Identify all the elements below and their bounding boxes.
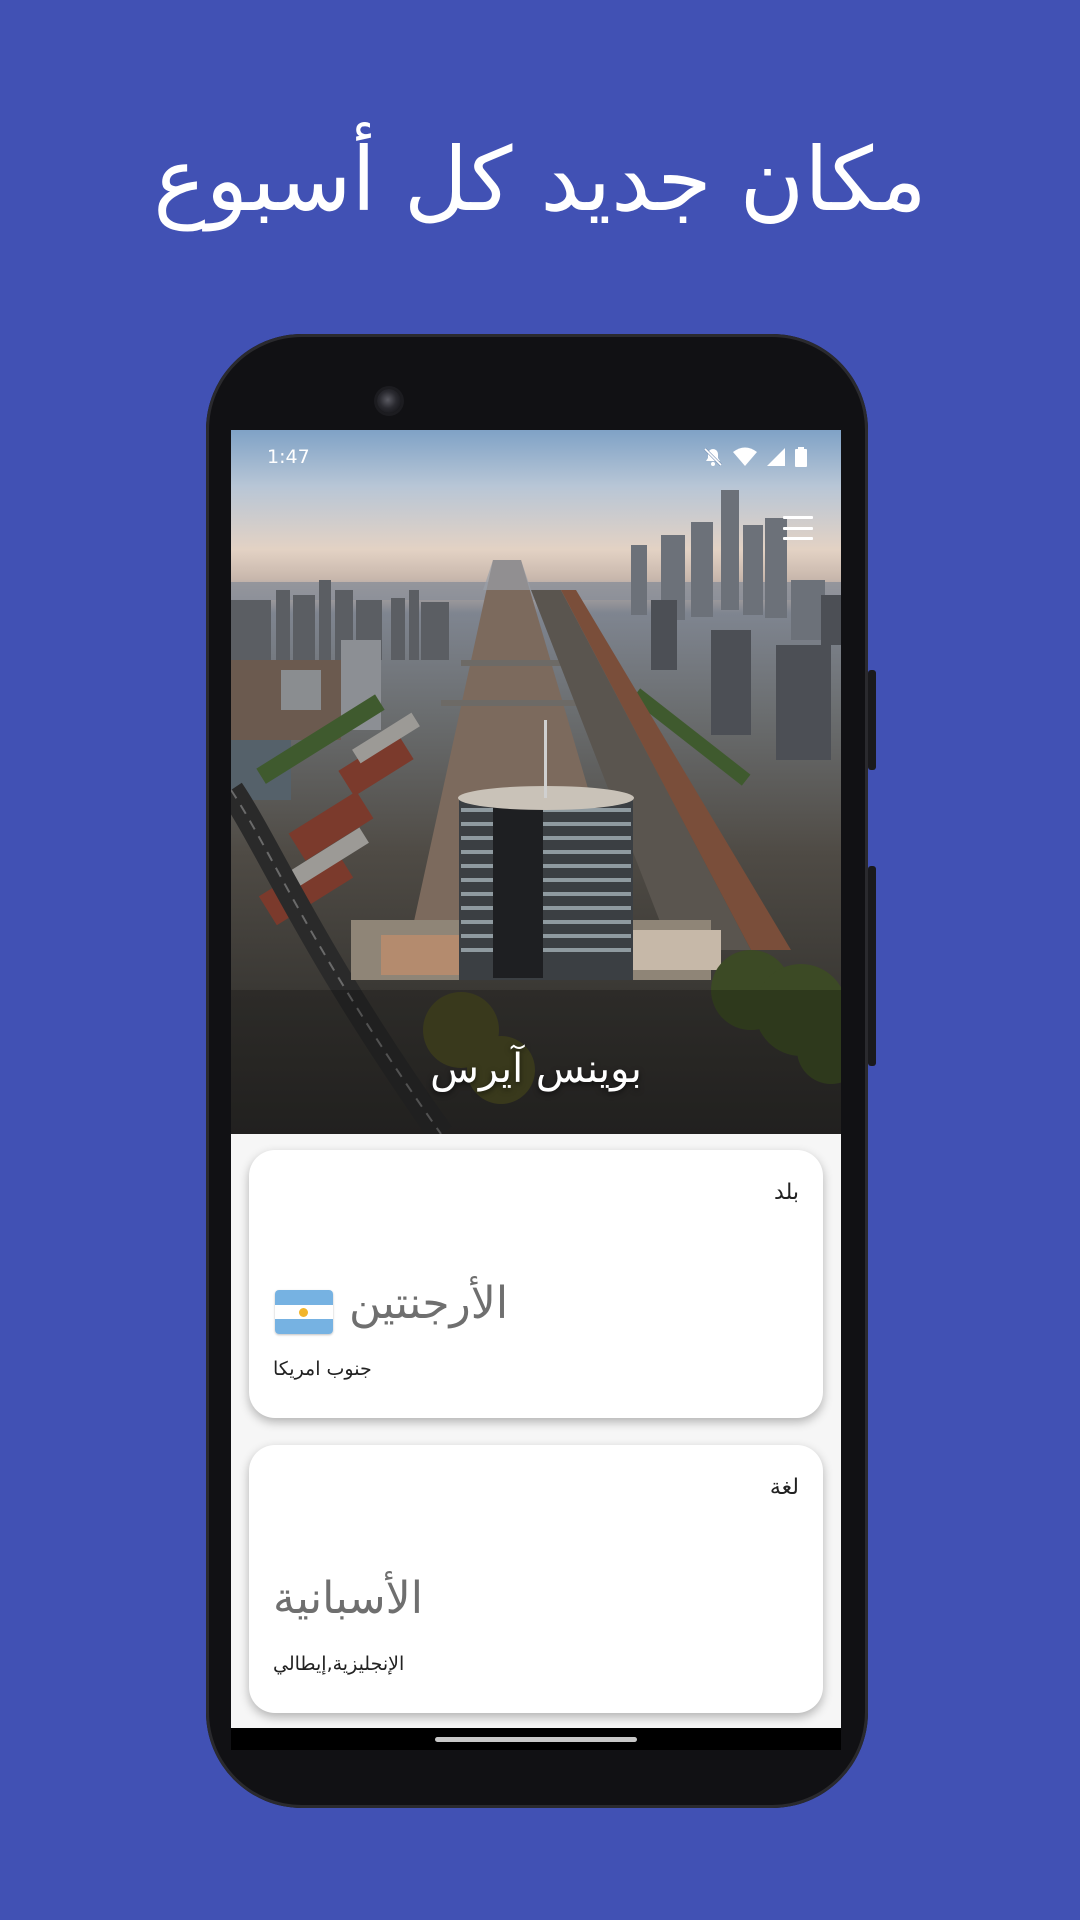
language-card[interactable]: لغة الأسبانية الإنجليزية,إيطالي [249, 1445, 823, 1713]
front-camera [377, 389, 401, 413]
status-time: 1:47 [267, 446, 310, 468]
bell-off-icon [703, 447, 723, 467]
language-name: الأسبانية [273, 1573, 423, 1624]
app-screen: 1:47 بوينس آيرس بلد الأرجنتين جنوب امريك… [231, 430, 841, 1728]
hero-image: 1:47 بوينس آيرس [231, 430, 841, 1134]
country-region: جنوب امريكا [273, 1358, 372, 1380]
promo-title: مكان جديد كل أسبوع [153, 128, 927, 231]
country-name: الأرجنتين [349, 1278, 509, 1329]
city-name: بوينس آيرس [430, 1046, 642, 1092]
home-indicator[interactable] [435, 1737, 637, 1742]
signal-icon [767, 448, 785, 466]
country-card[interactable]: بلد الأرجنتين جنوب امريكا [249, 1150, 823, 1418]
city-skyline-illustration [231, 490, 841, 1134]
other-languages: الإنجليزية,إيطالي [273, 1653, 405, 1675]
status-bar: 1:47 [231, 430, 841, 484]
battery-icon [795, 447, 807, 467]
language-card-label: لغة [769, 1475, 799, 1500]
phone-power-button [868, 670, 876, 770]
phone-volume-button [868, 866, 876, 1066]
argentina-flag-icon [275, 1290, 333, 1334]
status-icons [703, 447, 807, 467]
wifi-icon [733, 447, 757, 466]
country-card-label: بلد [774, 1180, 799, 1205]
hamburger-menu-icon[interactable] [783, 516, 813, 540]
